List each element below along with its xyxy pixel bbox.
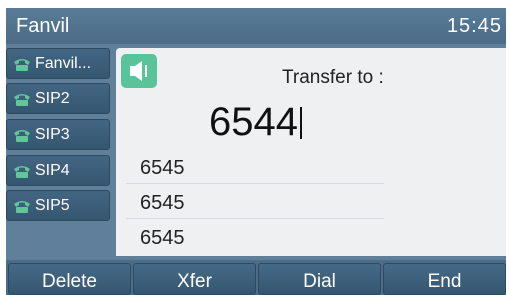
clock: 15:45 bbox=[446, 15, 502, 37]
phone-icon bbox=[14, 130, 30, 142]
phone-icon bbox=[14, 94, 30, 106]
line-key-fanvil[interactable]: Fanvil... bbox=[6, 48, 110, 79]
history-item[interactable]: 6545 bbox=[140, 157, 380, 180]
text-cursor bbox=[299, 107, 302, 139]
delete-button[interactable]: Delete bbox=[8, 263, 131, 295]
transfer-panel: Transfer to : 6544 6545 6545 6545 bbox=[116, 48, 506, 256]
phone-icon bbox=[14, 59, 30, 71]
line-key-label: SIP3 bbox=[35, 126, 70, 143]
dial-button[interactable]: Dial bbox=[258, 263, 381, 295]
divider bbox=[126, 218, 384, 219]
phone-icon bbox=[14, 201, 30, 213]
line-key-sip3[interactable]: SIP3 bbox=[6, 119, 110, 150]
brand-label: Fanvil bbox=[16, 15, 70, 37]
line-key-label: SIP4 bbox=[35, 162, 70, 179]
line-key-label: SIP5 bbox=[35, 197, 70, 214]
divider bbox=[126, 183, 384, 184]
dial-input[interactable]: 6544 bbox=[209, 100, 302, 144]
line-key-sip4[interactable]: SIP4 bbox=[6, 155, 110, 186]
speaker-icon[interactable] bbox=[121, 54, 157, 88]
line-key-sip5[interactable]: SIP5 bbox=[6, 190, 110, 221]
history-item[interactable]: 6545 bbox=[140, 227, 380, 250]
transfer-title: Transfer to : bbox=[282, 67, 384, 88]
status-bar: Fanvil 15:45 bbox=[6, 8, 506, 44]
line-key-label: Fanvil... bbox=[35, 55, 92, 72]
line-key-sip2[interactable]: SIP2 bbox=[6, 83, 110, 114]
end-button[interactable]: End bbox=[383, 263, 506, 295]
softkey-bar: Delete Xfer Dial End bbox=[6, 260, 506, 295]
phone-screen: Fanvil 15:45 Fanvil... SIP2 SIP3 SIP4 SI… bbox=[6, 8, 506, 295]
line-key-label: SIP2 bbox=[35, 90, 70, 107]
dial-input-value: 6544 bbox=[209, 100, 298, 144]
history-item[interactable]: 6545 bbox=[140, 192, 380, 215]
xfer-button[interactable]: Xfer bbox=[133, 263, 256, 295]
phone-icon bbox=[14, 166, 30, 178]
